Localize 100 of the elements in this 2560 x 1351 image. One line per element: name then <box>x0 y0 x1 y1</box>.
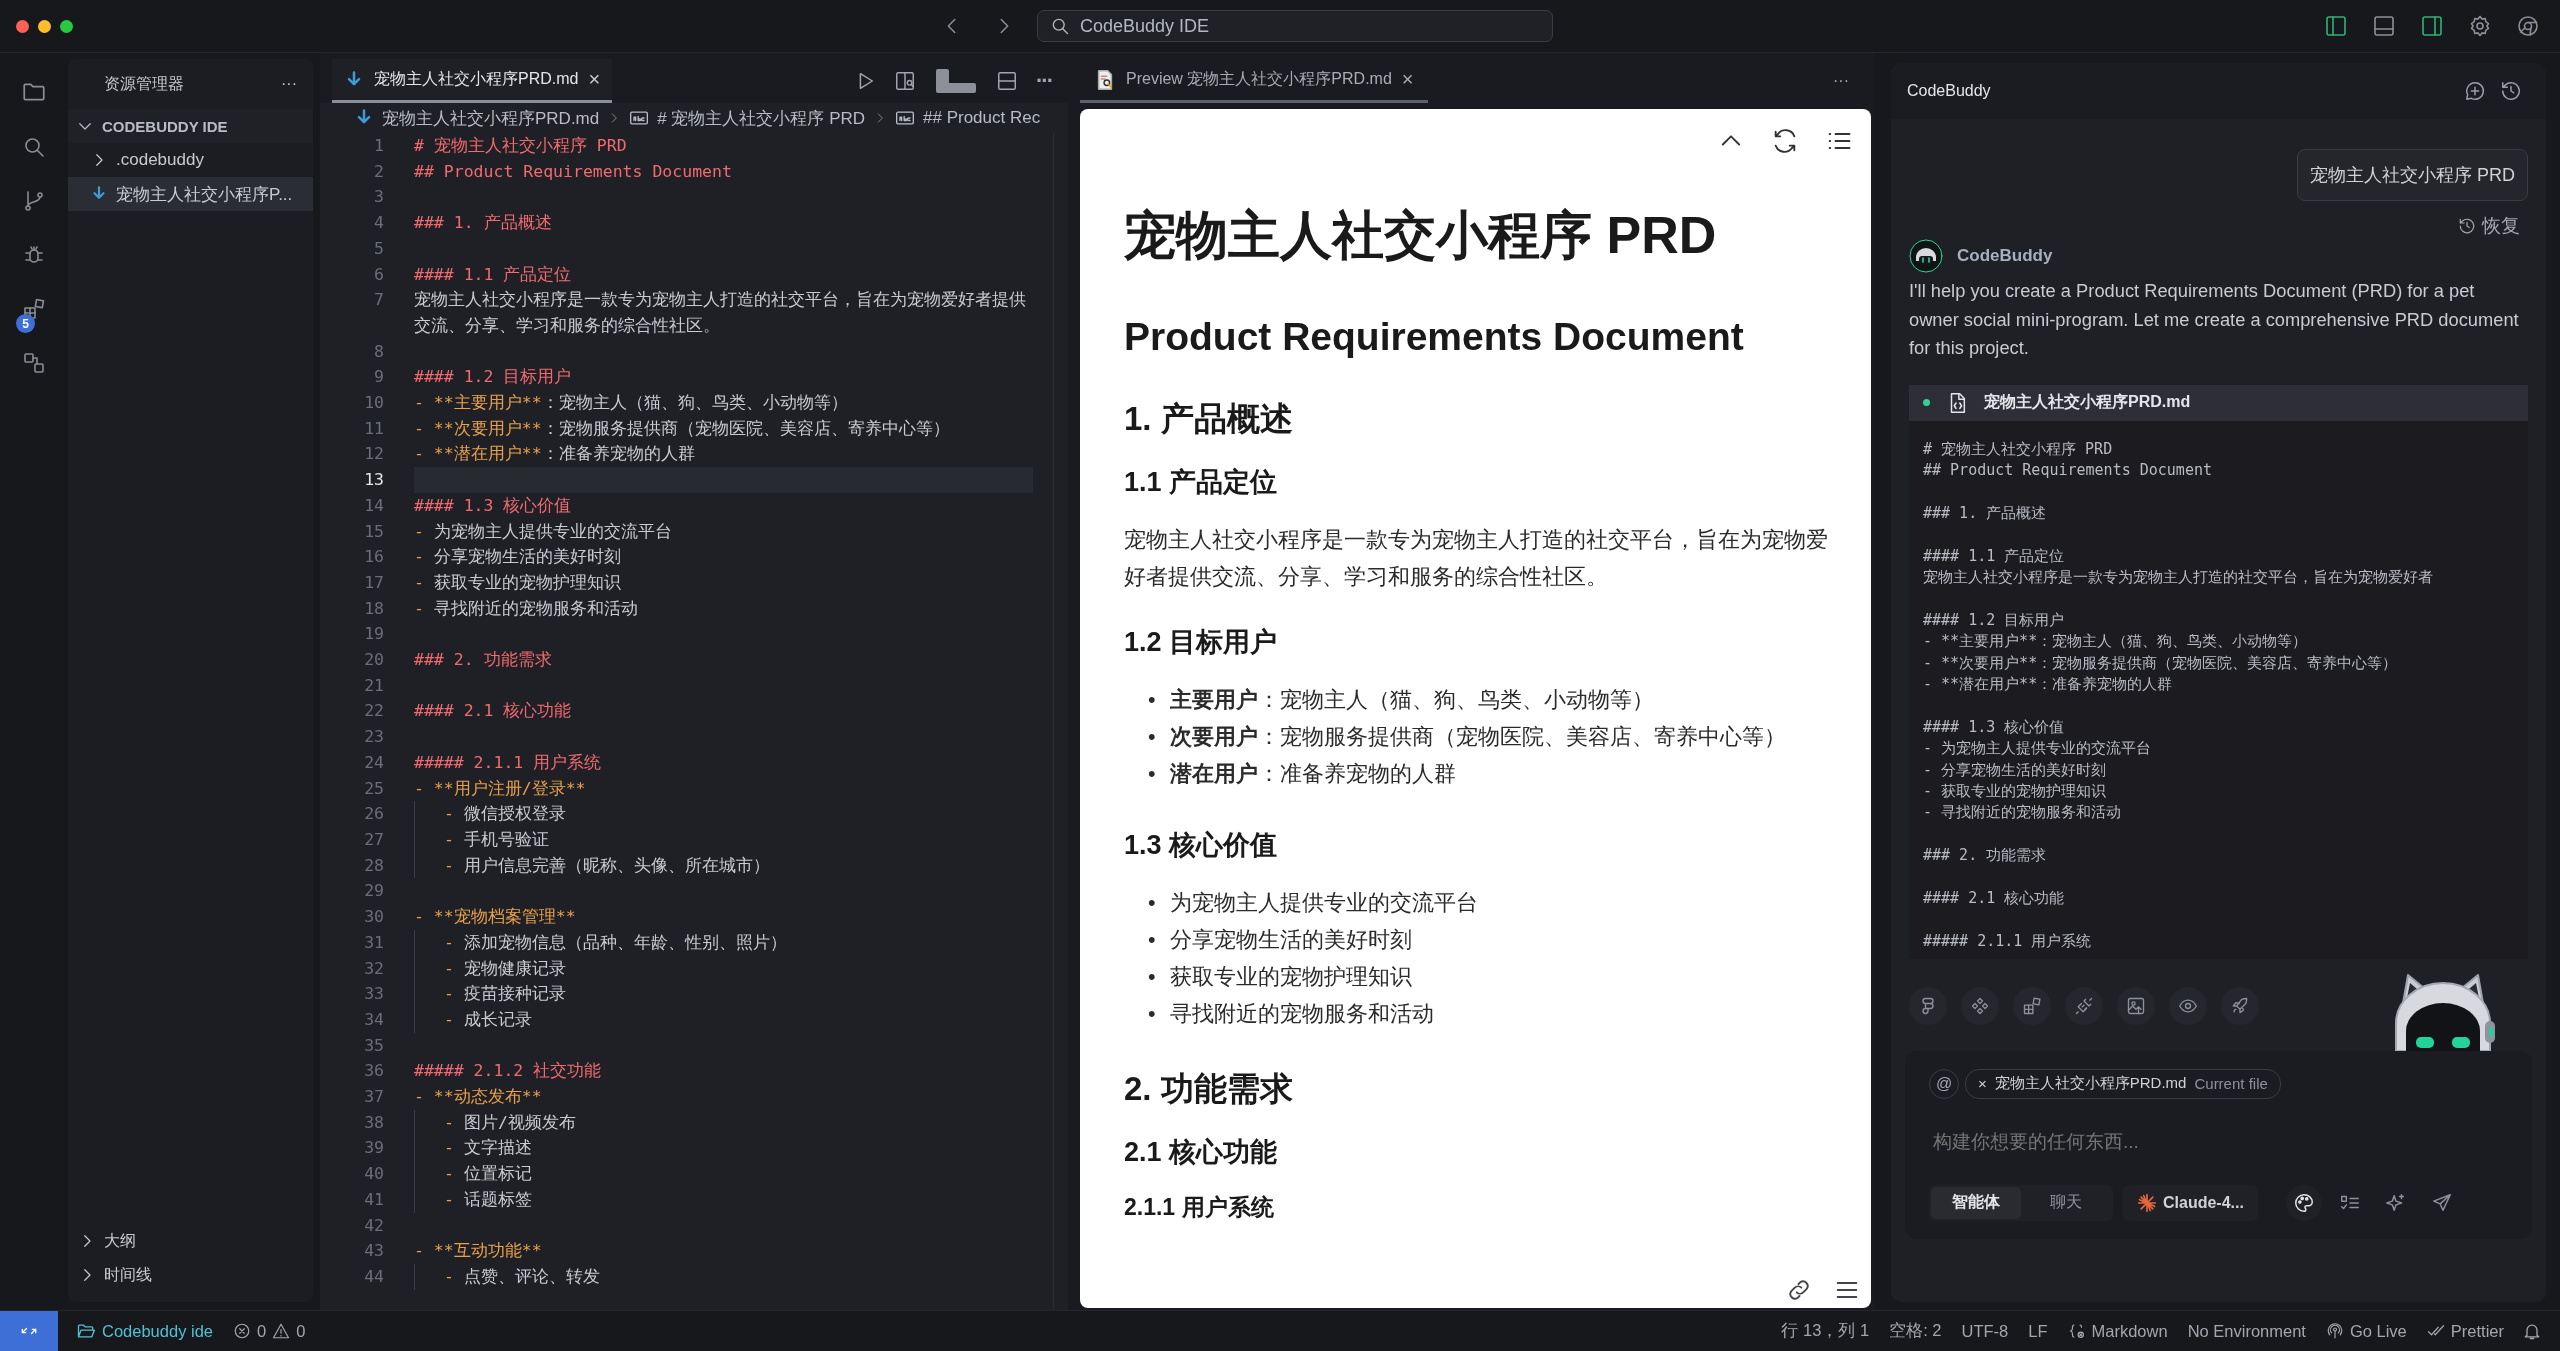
code-line: - **次要用户**：宠物服务提供商（宠物医院、美容店、寄养中心等） <box>414 418 950 438</box>
status-item[interactable]: 空格: 2 <box>1879 1320 1952 1342</box>
code-line: - 获取专业的宠物护理知识 <box>1923 780 2108 802</box>
image-upload-button[interactable] <box>2117 986 2155 1025</box>
plug-button[interactable] <box>2065 986 2103 1025</box>
line-number: 36 <box>363 1060 384 1083</box>
split-editor-icon[interactable] <box>996 70 1018 92</box>
mode-tab[interactable]: 智能体 <box>1931 1186 2021 1219</box>
code-line: #### 1.2 目标用户 <box>1923 609 2066 631</box>
more-button[interactable]: ··· <box>1036 68 1052 94</box>
sidebar-toggle-icon[interactable] <box>2324 14 2348 38</box>
bullet: • <box>1148 890 1156 917</box>
line-number: 2 <box>373 160 384 183</box>
context-chip[interactable]: × 宠物主人社交小程序PRD.md Current file <box>1965 1068 2281 1099</box>
code-line: - **主要用户**：宠物主人（猫、狗、鸟类、小动物等） <box>1923 631 2309 653</box>
code-line: ## Product Requirements Document <box>1923 459 2213 481</box>
rocket-button[interactable] <box>2221 986 2259 1025</box>
heading: 宠物主人社交小程序 PRD <box>1124 205 1718 266</box>
remove-button[interactable]: × <box>1978 1075 1987 1092</box>
close-button[interactable]: × <box>588 68 601 91</box>
line-number: 1 <box>373 135 384 157</box>
nodes-icon[interactable] <box>22 351 46 375</box>
close-button[interactable]: × <box>1401 68 1414 91</box>
error-icon <box>233 1322 251 1340</box>
status-item[interactable]: LF <box>2018 1321 2058 1341</box>
extensions-icon[interactable] <box>22 297 46 321</box>
code-line: - 为宠物主人提供专业的交流平台 <box>1923 738 2153 760</box>
message-input[interactable]: 构建你想要的任何东西... <box>1929 1112 2506 1171</box>
code-line: - 用户信息完善（昵称、头像、所在城市） <box>444 855 770 875</box>
section-title: 时间线 <box>104 1264 152 1285</box>
folder-status[interactable]: Codebuddy ide <box>66 1321 223 1341</box>
list-item-text: 分享宠物生活的美好时刻 <box>1169 927 1412 954</box>
chat-input-box[interactable]: @ × 宠物主人社交小程序PRD.md Current file 构建你想要的任何东西... 智能体 聊天 Claude-4... <box>1905 1050 2532 1239</box>
window-zoom-button[interactable] <box>60 19 73 33</box>
bullet: • <box>1148 927 1156 954</box>
breadcrumb-item[interactable]: # 宠物主人社交小程序 PRD <box>657 106 866 130</box>
status-item[interactable]: Markdown <box>2057 1321 2178 1341</box>
editor-tab[interactable]: 宠物主人社交小程序PRD.md × <box>332 59 613 103</box>
status-item[interactable]: No Environment <box>2177 1321 2316 1341</box>
code-line: - 宠物健康记录 <box>444 958 566 978</box>
model-selector[interactable]: Claude-4... <box>2123 1184 2258 1221</box>
diamond-dots-button[interactable] <box>1961 986 1999 1025</box>
code-line: - 话题标签 <box>444 1189 532 1209</box>
heading: 2.1.1 用户系统 <box>1124 1193 1275 1222</box>
history-icon[interactable] <box>2500 80 2522 102</box>
line-number: 28 <box>363 854 384 877</box>
bullet: • <box>1148 964 1156 991</box>
layout-shape-icon[interactable] <box>934 67 978 95</box>
tree-item[interactable]: 宠物主人社交小程序P... <box>68 177 313 211</box>
line-number: 42 <box>363 1214 384 1237</box>
restore-button[interactable]: 恢复 <box>2458 213 2520 239</box>
more-button[interactable]: ··· <box>281 75 297 93</box>
blocks-button[interactable] <box>2013 986 2051 1025</box>
sparkle-icon <box>2384 1191 2407 1214</box>
mode-tab[interactable]: 聊天 <box>2021 1186 2111 1219</box>
more-button[interactable]: ··· <box>1833 59 1875 103</box>
window-close-button[interactable] <box>16 19 29 33</box>
line-number: 9 <box>373 366 384 389</box>
browser-icon[interactable] <box>2516 14 2540 38</box>
code-line: - **宠物档案管理** <box>414 907 576 927</box>
section-header[interactable]: 时间线 <box>68 1258 313 1292</box>
window-minimize-button[interactable] <box>38 19 51 33</box>
shapes-button[interactable] <box>1909 986 1947 1025</box>
code-line: - 点赞、评论、转发 <box>444 1266 600 1286</box>
panel-toggle-icon[interactable] <box>2372 14 2396 38</box>
code-line: - 获取专业的宠物护理知识 <box>414 572 621 592</box>
secondary-sidebar-toggle-icon[interactable] <box>2420 14 2444 38</box>
line-number: 38 <box>363 1111 384 1134</box>
language-icon <box>2067 1322 2086 1340</box>
section-header[interactable]: 大纲 <box>68 1224 313 1258</box>
blocks-icon <box>2022 995 2042 1016</box>
line-number: 17 <box>363 571 384 594</box>
code-line: #### 1.2 目标用户 <box>414 367 572 387</box>
status-item[interactable]: 行 13，列 1 <box>1771 1320 1880 1342</box>
code-line: #### 1.3 核心价值 <box>1923 716 2066 738</box>
assistant-name: CodeBuddy <box>1957 246 2053 266</box>
eye-button[interactable] <box>2169 986 2207 1025</box>
status-item[interactable]: UTF-8 <box>1951 1321 2019 1341</box>
new-chat-icon[interactable] <box>2464 80 2486 102</box>
line-number: 12 <box>363 443 384 466</box>
code-line: #### 2.1 核心功能 <box>414 701 572 721</box>
breadcrumb-item[interactable]: ## Product Rec <box>923 108 1041 128</box>
line-number: 26 <box>363 803 384 826</box>
search-field[interactable]: CodeBuddy IDE <box>1037 10 1553 42</box>
tree-root[interactable]: CODEBUDDY IDE <box>68 109 313 143</box>
line-number: 20 <box>363 649 384 672</box>
search-icon[interactable] <box>22 135 46 159</box>
preview-tab[interactable]: Preview 宠物主人社交小程序PRD.md × <box>1080 59 1428 103</box>
send-icon <box>2430 1191 2453 1214</box>
file-name: .codebuddy <box>116 150 204 170</box>
tree-item[interactable]: .codebuddy <box>68 143 313 177</box>
breadcrumb-item[interactable]: 宠物主人社交小程序PRD.md <box>382 106 600 130</box>
branch-icon[interactable] <box>22 189 46 213</box>
settings-icon[interactable] <box>2468 14 2492 38</box>
status-item[interactable]: Go Live <box>2315 1321 2417 1341</box>
list-item-text: 寻找附近的宠物服务和活动 <box>1169 1001 1434 1028</box>
problems-status[interactable]: 0 0 <box>223 1321 316 1341</box>
code-line: - **互动功能** <box>414 1241 542 1261</box>
preview-icon[interactable] <box>894 70 916 92</box>
status-item[interactable]: Prettier <box>2416 1321 2514 1341</box>
